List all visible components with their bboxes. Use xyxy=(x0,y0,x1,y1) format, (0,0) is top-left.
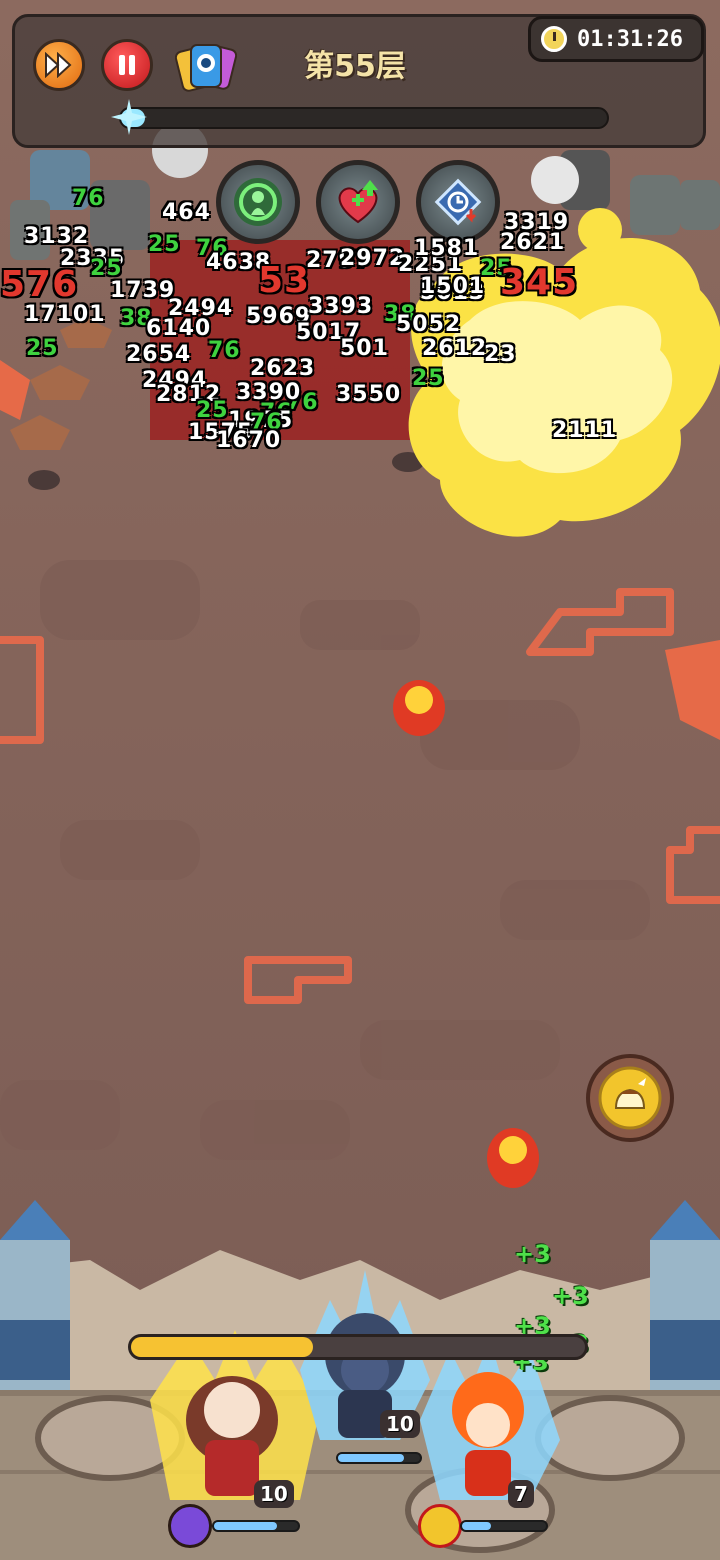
pudding-item-button[interactable] xyxy=(586,1054,674,1142)
hero-1-hp-bar xyxy=(212,1520,300,1532)
fast-forward-button[interactable] xyxy=(33,39,85,91)
pause-icon xyxy=(119,55,135,75)
cooldown-reduce-icon xyxy=(434,178,482,226)
spark-icon xyxy=(111,99,147,135)
damage-number: 1739 xyxy=(110,278,176,303)
heal-number: +3 xyxy=(552,1282,589,1310)
hero-2-hp-bar xyxy=(336,1452,422,1464)
hero-1-hp-fill xyxy=(214,1522,277,1530)
damage-number: 53 xyxy=(258,260,311,301)
floor-title: 第55层 xyxy=(304,49,406,84)
heal-number: +3 xyxy=(514,1240,551,1268)
damage-number: 25 xyxy=(412,366,445,391)
hero-3-level: 7 xyxy=(508,1480,534,1508)
damage-number: 25 xyxy=(148,232,181,257)
damage-number: 1501 xyxy=(420,274,486,299)
arrow-slash-icon xyxy=(168,1504,212,1548)
damage-number: 76 xyxy=(208,338,241,363)
pause-button[interactable] xyxy=(101,39,153,91)
damage-number: 3393 xyxy=(308,294,374,319)
damage-number: 17101 xyxy=(24,302,106,327)
damage-number: 2612 xyxy=(422,336,488,361)
damage-number: 6140 xyxy=(146,316,212,341)
fast-forward-icon xyxy=(45,52,72,78)
wall-health-fill xyxy=(131,1337,313,1357)
damage-number: 576 xyxy=(0,264,79,305)
skill-heart-heal-button[interactable] xyxy=(316,160,400,244)
damage-number: 1581 xyxy=(414,236,480,261)
pudding-icon xyxy=(598,1066,662,1130)
fire-ring-icon xyxy=(418,1504,462,1548)
battle-timer: 01:31:26 xyxy=(528,16,704,62)
hero-2-level: 10 xyxy=(380,1410,420,1438)
damage-number: 25 xyxy=(26,336,59,361)
card-deck-button[interactable] xyxy=(175,39,237,93)
skill-spirit-summon-button[interactable] xyxy=(216,160,300,244)
hero-1-level: 10 xyxy=(254,1480,294,1508)
timer-text: 01:31:26 xyxy=(577,26,683,52)
hero-3-hp-bar xyxy=(460,1520,548,1532)
skill-cooldown-reduce-button[interactable] xyxy=(416,160,500,244)
damage-number: 345 xyxy=(500,262,579,303)
damage-number: 2972 xyxy=(340,246,406,271)
damage-number: 76 xyxy=(72,186,105,211)
damage-number: 2111 xyxy=(552,418,618,443)
heart-heal-icon xyxy=(338,180,378,224)
damage-number: 3550 xyxy=(336,382,402,407)
hero-3-hp-fill xyxy=(462,1522,492,1530)
wave-progress-bar xyxy=(119,107,609,129)
damage-number: 2654 xyxy=(126,342,192,367)
damage-number: 2621 xyxy=(500,230,566,255)
damage-number: 1670 xyxy=(216,428,282,453)
spirit-summon-icon xyxy=(234,178,282,226)
clock-icon xyxy=(541,26,567,52)
damage-number: 501 xyxy=(340,336,389,361)
damage-number: 23 xyxy=(484,342,517,367)
hero-2-hp-fill xyxy=(338,1454,404,1462)
damage-number: 5052 xyxy=(396,312,462,337)
damage-number: 2623 xyxy=(250,356,316,381)
damage-number: 464 xyxy=(162,200,211,225)
